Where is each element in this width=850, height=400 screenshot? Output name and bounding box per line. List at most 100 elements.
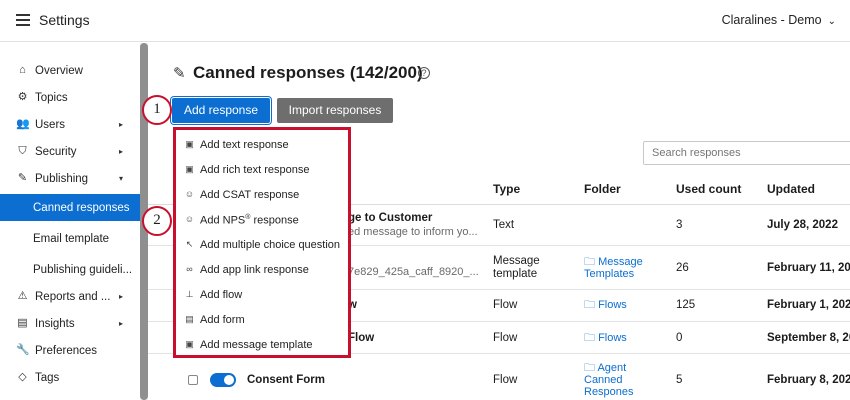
sidebar-item-label: Overview xyxy=(35,64,83,77)
menu-item-label: Add message template xyxy=(200,339,313,351)
updated-date: July 28, 2022 xyxy=(767,219,838,231)
help-icon[interactable]: ? xyxy=(418,67,430,79)
folder-link[interactable]: 🗀 Agent xyxy=(584,362,626,374)
sidebar-item-label: Users xyxy=(35,118,66,131)
response-description: ed message to inform yo... xyxy=(348,226,478,238)
account-switcher[interactable]: Claralines - Demo ⌄ xyxy=(722,13,836,27)
app-title: Settings xyxy=(39,12,90,28)
column-type[interactable]: Type xyxy=(493,182,520,196)
menu-item-label: Add app link response xyxy=(200,264,309,276)
response-name[interactable]: ge to Customer xyxy=(348,212,432,224)
response-name[interactable]: Consent Form xyxy=(247,374,325,386)
updated-date: September 8, 202 xyxy=(767,332,850,344)
gear-icon: ⚙ xyxy=(17,91,28,103)
text-box-icon: ▣ xyxy=(185,139,194,149)
text-box-icon: ▣ xyxy=(185,164,194,174)
chevron-down-icon: ▾ xyxy=(119,174,124,183)
form-icon: ▤ xyxy=(185,314,194,324)
sidebar-item-topics[interactable]: ⚙ Topics xyxy=(0,84,140,111)
menu-item-label: Add form xyxy=(200,314,245,326)
column-folder[interactable]: Folder xyxy=(584,182,621,196)
menu-item-label: Add multiple choice question xyxy=(200,239,341,251)
folder-link[interactable]: 🗀 Flows xyxy=(584,332,627,344)
sidebar-item-label: Publishing guideli... xyxy=(33,263,133,276)
chart-icon: ▤ xyxy=(17,317,28,329)
sidebar-item-insights[interactable]: ▤ Insights ▸ xyxy=(0,310,140,337)
menu-item-label: Add rich text response xyxy=(200,164,310,176)
response-type: Flow xyxy=(493,299,518,311)
tag-icon: ◇ xyxy=(18,371,27,383)
response-name[interactable]: Flow xyxy=(348,332,374,344)
sidebar-item-publishing-guidelines[interactable]: Publishing guideli... xyxy=(0,256,140,283)
sidebar-item-label: Canned responses xyxy=(33,201,130,214)
folder-name: Flows xyxy=(598,332,627,344)
table-row[interactable]: Consent Form Flow 🗀 Agent Canned Respone… xyxy=(148,354,850,400)
used-count: 3 xyxy=(676,219,683,231)
sidebar-item-security[interactable]: ⛉ Security ▸ xyxy=(0,138,140,165)
sidebar-item-label: Reports and ... xyxy=(35,290,111,303)
menu-item-add-form[interactable]: ▤ Add form xyxy=(176,308,348,333)
folder-link[interactable]: 🗀 Flows xyxy=(584,299,627,311)
updated-date: February 8, 2023 xyxy=(767,374,850,386)
folder-name: Flows xyxy=(598,299,627,311)
sidebar-item-label: Topics xyxy=(35,91,68,104)
column-updated[interactable]: Updated xyxy=(767,182,815,196)
hamburger-menu-icon[interactable] xyxy=(16,14,30,26)
sidebar-item-email-template[interactable]: Email template xyxy=(0,225,140,252)
menu-item-add-multiple-choice[interactable]: ↖ Add multiple choice question xyxy=(176,233,348,258)
sidebar-item-label: Email template xyxy=(33,232,110,245)
sidebar-item-publishing[interactable]: ✎ Publishing ▾ xyxy=(0,165,140,192)
callout-1: 1 xyxy=(142,95,172,125)
menu-item-add-rich-text-response[interactable]: ▣ Add rich text response xyxy=(176,158,348,183)
import-responses-button[interactable]: Import responses xyxy=(277,98,393,123)
chevron-right-icon: ▸ xyxy=(119,292,124,301)
sidebar-item-reports[interactable]: ⚠ Reports and ... ▸ xyxy=(0,283,140,310)
row-checkbox[interactable] xyxy=(188,375,198,385)
enabled-toggle[interactable] xyxy=(210,373,236,387)
response-type: Text xyxy=(493,219,515,231)
top-bar: Settings Claralines - Demo ⌄ xyxy=(0,0,850,42)
menu-item-add-message-template[interactable]: ▣ Add message template xyxy=(176,333,348,358)
edit-icon: ✎ xyxy=(173,65,186,82)
menu-item-add-nps-response[interactable]: ☺ Add NPS® response xyxy=(176,208,348,233)
updated-date: February 1, 2023 xyxy=(767,299,850,311)
smiley-icon: ☺ xyxy=(184,214,195,224)
add-response-button[interactable]: Add response xyxy=(172,98,270,123)
menu-item-add-csat-response[interactable]: ☺ Add CSAT response xyxy=(176,183,348,208)
page-title: Canned responses (142/200) xyxy=(193,63,423,82)
response-type-line1: Message xyxy=(493,255,540,267)
sidebar-item-canned-responses[interactable]: Canned responses xyxy=(0,194,140,221)
menu-item-label: Add text response xyxy=(200,139,289,151)
response-type-line2: template xyxy=(493,268,538,280)
menu-item-add-flow[interactable]: ⊥ Add flow xyxy=(176,283,348,308)
updated-date: February 11, 202 xyxy=(767,262,850,274)
callout-2: 2 xyxy=(142,206,172,236)
sidebar-item-overview[interactable]: ⌂ Overview xyxy=(0,57,140,84)
chevron-right-icon: ▸ xyxy=(119,319,124,328)
menu-item-add-text-response[interactable]: ▣ Add text response xyxy=(176,133,348,158)
search-input[interactable] xyxy=(643,141,850,165)
smiley-icon: ☺ xyxy=(184,189,195,199)
account-name: Claralines - Demo xyxy=(721,13,822,27)
used-count: 26 xyxy=(676,262,689,274)
flow-icon: ⊥ xyxy=(185,289,194,299)
sidebar: ⌂ Overview ⚙ Topics 👥 Users ▸ ⛉ Security… xyxy=(0,43,140,400)
add-response-menu: ▣ Add text response ▣ Add rich text resp… xyxy=(173,127,351,358)
sidebar-item-users[interactable]: 👥 Users ▸ xyxy=(0,111,140,138)
menu-item-label: Add flow xyxy=(200,289,243,301)
folder-name-line2[interactable]: Templates xyxy=(584,268,634,280)
column-used-count[interactable]: Used count xyxy=(676,182,741,196)
shield-icon: ⛉ xyxy=(18,145,27,157)
folder-name-line3[interactable]: Respones xyxy=(584,386,634,398)
sidebar-item-tags[interactable]: ◇ Tags xyxy=(0,364,140,391)
folder-link[interactable]: 🗀 Message xyxy=(584,256,643,268)
edit-icon: ✎ xyxy=(17,172,28,184)
chevron-right-icon: ▸ xyxy=(119,147,124,156)
sidebar-item-label: Tags xyxy=(35,371,60,384)
warning-icon: ⚠ xyxy=(17,290,28,302)
sidebar-item-label: Security xyxy=(35,145,77,158)
menu-item-add-app-link[interactable]: ∞ Add app link response xyxy=(176,258,348,283)
sidebar-item-preferences[interactable]: 🔧 Preferences xyxy=(0,337,140,364)
folder-name-line2[interactable]: Canned xyxy=(584,374,623,386)
used-count: 125 xyxy=(676,299,696,311)
